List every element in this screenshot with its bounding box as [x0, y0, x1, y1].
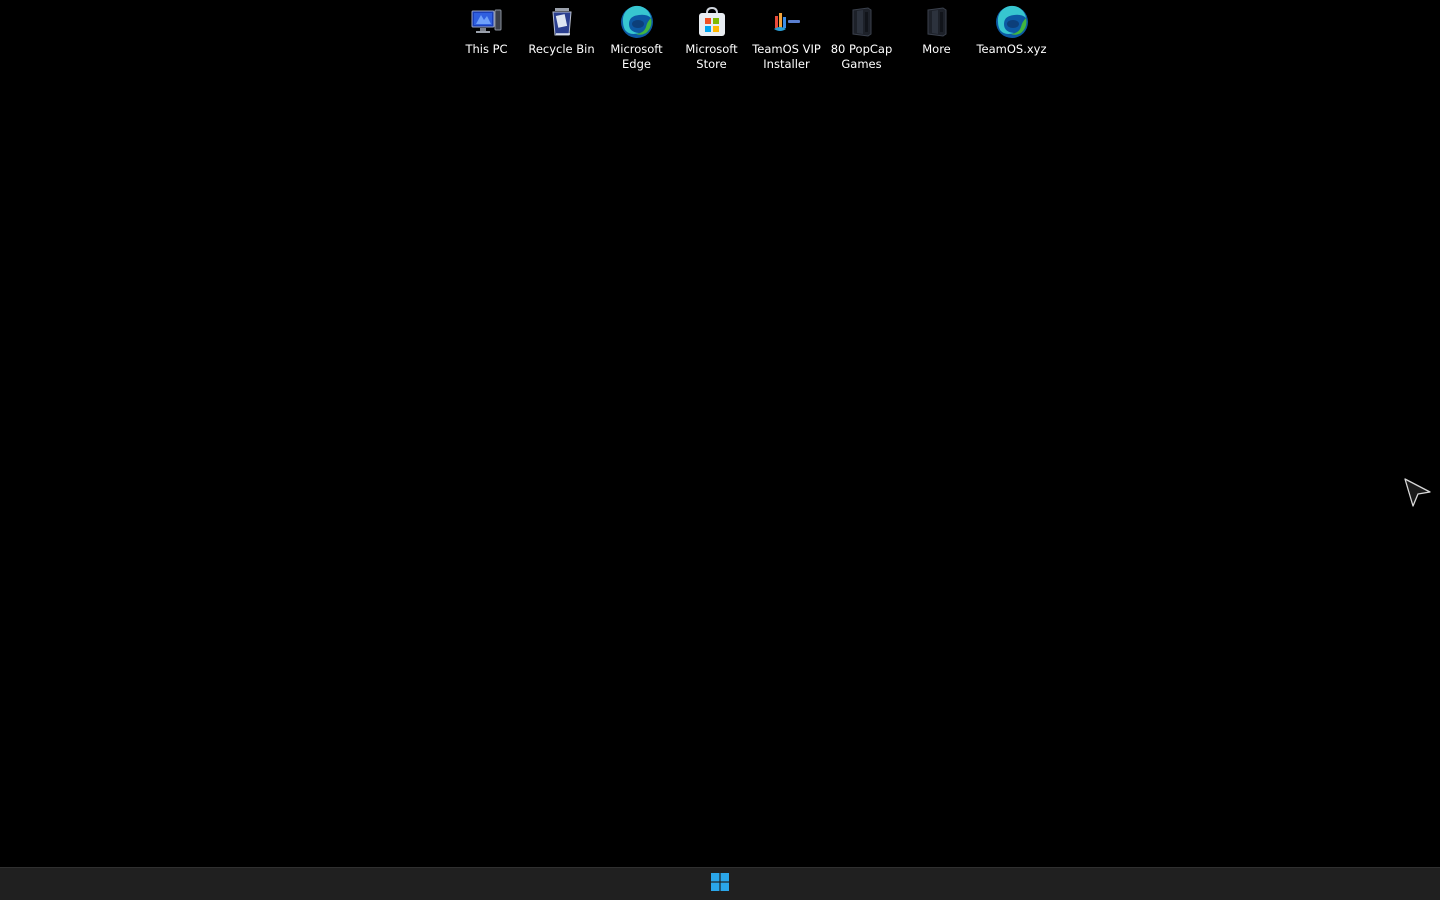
- mouse-pointer-icon: [1404, 478, 1432, 508]
- taskbar: [0, 867, 1440, 900]
- desktop-icon-this-pc[interactable]: This PC: [449, 4, 524, 72]
- desktop-icon-microsoft-store[interactable]: Microsoft Store: [674, 4, 749, 72]
- start-button[interactable]: [706, 870, 734, 898]
- desktop-icon-label: This PC: [465, 42, 508, 56]
- desktop-icons: This PC Recycle Bin Microsoft Edge Micro…: [449, 4, 1049, 72]
- folder-dark-icon: [844, 4, 880, 40]
- desktop-icon-label: TeamOS.xyz: [976, 42, 1047, 56]
- this-pc-icon: [469, 4, 505, 40]
- desktop-icon-label: Microsoft Edge: [610, 42, 663, 71]
- store-icon: [694, 4, 730, 40]
- desktop-icon-label: More: [922, 42, 951, 56]
- desktop-icon-label: Microsoft Store: [685, 42, 738, 71]
- windows-logo-icon: [711, 873, 729, 895]
- desktop-icon-more[interactable]: More: [899, 4, 974, 72]
- desktop-icon-microsoft-edge[interactable]: Microsoft Edge: [599, 4, 674, 72]
- edge-icon: [619, 4, 655, 40]
- installer-icon: [769, 4, 805, 40]
- desktop-icon-recycle-bin[interactable]: Recycle Bin: [524, 4, 599, 72]
- desktop-icon-80-popcap-games[interactable]: 80 PopCap Games: [824, 4, 899, 72]
- desktop-icon-label: TeamOS VIP Installer: [752, 42, 821, 71]
- desktop-icon-label: Recycle Bin: [528, 42, 595, 56]
- desktop[interactable]: This PC Recycle Bin Microsoft Edge Micro…: [0, 0, 1440, 868]
- desktop-icon-teamos-vip-installer[interactable]: TeamOS VIP Installer: [749, 4, 824, 72]
- recycle-bin-icon: [544, 4, 580, 40]
- desktop-icon-label: 80 PopCap Games: [830, 42, 893, 71]
- desktop-icon-teamos-xyz[interactable]: TeamOS.xyz: [974, 4, 1049, 72]
- folder-dark-icon: [919, 4, 955, 40]
- edge-icon: [994, 4, 1030, 40]
